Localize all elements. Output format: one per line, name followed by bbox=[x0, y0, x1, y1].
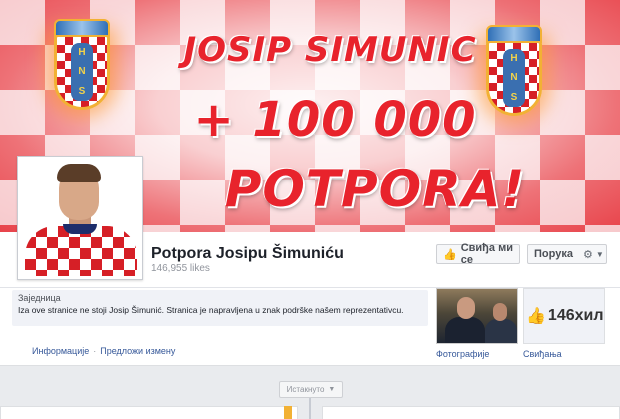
page-title[interactable]: Potpora Josipu Šimuniću bbox=[151, 245, 344, 263]
page-description: Iza ove stranice ne stoji Josip Šimunić.… bbox=[18, 305, 404, 315]
photos-app-label[interactable]: Фотографије bbox=[436, 349, 489, 359]
thumbs-up-icon: 👍 bbox=[443, 248, 457, 261]
page-category[interactable]: Заједница bbox=[18, 293, 61, 303]
timeline-card-right bbox=[322, 406, 620, 419]
highlights-dropdown[interactable]: Истакнуто ▼ bbox=[279, 381, 343, 398]
thumbs-up-icon: 👍 bbox=[526, 308, 546, 325]
info-link[interactable]: Информације bbox=[32, 346, 89, 356]
gear-icon[interactable]: ⚙ bbox=[583, 248, 593, 261]
photos-thumbnail[interactable] bbox=[436, 288, 518, 344]
suggest-edit-link[interactable]: Предложи измену bbox=[100, 346, 175, 356]
cover-title: JOSIP SIMUNIC bbox=[183, 30, 477, 70]
info-links: Информације · Предложи измену bbox=[32, 346, 176, 356]
message-button[interactable]: Порука ⚙ ▼ bbox=[527, 244, 607, 264]
like-button[interactable]: 👍 Свиђа ми се bbox=[436, 242, 520, 266]
cover-subtitle: + 100 000 bbox=[193, 92, 477, 148]
likes-app-label[interactable]: Свиђања bbox=[523, 349, 562, 359]
timeline-spine bbox=[309, 398, 311, 419]
likes-count: 146,955 likes bbox=[151, 263, 210, 274]
timeline-card-accent bbox=[284, 406, 292, 419]
profile-picture[interactable] bbox=[17, 156, 143, 280]
chevron-down-icon: ▼ bbox=[328, 386, 336, 393]
timeline-card-left bbox=[0, 406, 298, 419]
likes-app-count: 146хил bbox=[547, 307, 604, 324]
likes-app-box[interactable]: 👍 146хил bbox=[523, 288, 605, 344]
profile-photo-image bbox=[21, 160, 139, 276]
chevron-down-icon[interactable]: ▼ bbox=[596, 250, 604, 259]
